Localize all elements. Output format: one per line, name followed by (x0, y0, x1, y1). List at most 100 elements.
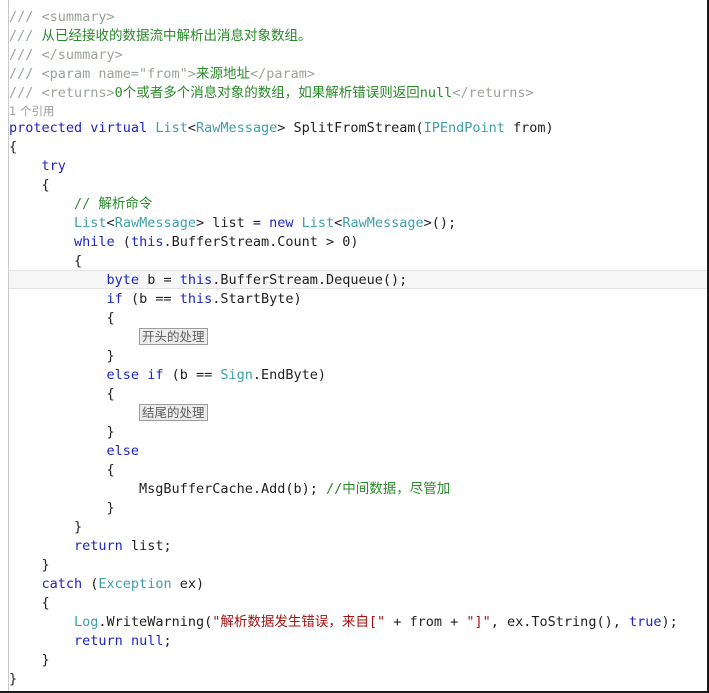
token-xmltag: <summary> (41, 9, 115, 25)
editor-gutter[interactable] (0, 0, 9, 691)
code-line-dequeue-byte[interactable]: byte b = this.BufferStream.Dequeue(); (9, 271, 707, 290)
code-line-doc-summary-open[interactable]: /// <summary> (9, 8, 707, 27)
code-line-method-close-brace[interactable]: } (9, 670, 707, 689)
code-line-doc-summary-text[interactable]: /// 从已经接收的数据流中解析出消息对象数组。 (9, 27, 707, 46)
token-type: List (155, 120, 188, 136)
token-type: RawMessage (196, 120, 278, 136)
code-line-declare-list[interactable]: List<RawMessage> list = new List<RawMess… (9, 214, 707, 233)
code-line-doc-returns[interactable]: /// <returns>0个或者多个消息对象的数组，如果解析错误则返回null… (9, 84, 707, 103)
code-line-elseif-open-brace[interactable]: { (9, 385, 707, 404)
code-line-try-close-brace[interactable]: } (9, 556, 707, 575)
code-line-doc-summary-close[interactable]: /// </summary> (9, 46, 707, 65)
token-plain: { (41, 177, 50, 193)
code-line-else-keyword[interactable]: else (9, 442, 707, 461)
token-str: "解析数据发生错误，来自[" (212, 614, 386, 630)
code-text-surface[interactable]: /// <summary>/// 从已经接收的数据流中解析出消息对象数组。///… (9, 0, 707, 691)
token-type: Log (74, 614, 99, 630)
token-plain: > SplitFromStream( (277, 120, 424, 136)
code-editor-window[interactable]: /// <summary>/// 从已经接收的数据流中解析出消息对象数组。///… (0, 0, 709, 693)
code-line-catch-clause[interactable]: catch (Exception ex) (9, 575, 707, 594)
token-plain: { (41, 595, 50, 611)
token-xmltag: </summary> (41, 47, 123, 63)
token-plain: } (41, 557, 50, 573)
token-plain: { (106, 310, 115, 326)
code-line-elseif-close-brace[interactable]: } (9, 423, 707, 442)
code-line-while-open-brace[interactable]: { (9, 252, 707, 271)
code-line-doc-param-from[interactable]: /// <param name="from">来源地址</param> (9, 65, 707, 84)
codelens-reference-link[interactable]: 1 个引用 (9, 103, 707, 119)
token-cmt: 从已经接收的数据流中解析出消息对象数组。 (41, 28, 312, 44)
token-cmt-slash: /// (9, 47, 42, 63)
code-line-else-open-brace[interactable]: { (9, 461, 707, 480)
code-line-else-close-brace[interactable]: } (9, 499, 707, 518)
token-xmltag: <param name="from"> (41, 66, 196, 82)
token-plain: from) (504, 120, 554, 136)
token-type: Exception (98, 576, 172, 592)
code-line-comment-parse-command[interactable]: // 解析命令 (9, 195, 707, 214)
token-plain: { (74, 253, 83, 269)
token-type: RawMessage (114, 215, 196, 231)
code-line-catch-close-brace[interactable]: } (9, 651, 707, 670)
code-line-if-startbyte[interactable]: if (b == this.StartByte) (9, 290, 707, 309)
code-line-placeholder-end[interactable]: 结尾的处理 (9, 404, 707, 423)
token-plain: .BufferStream.Count > 0) (163, 234, 359, 250)
token-str: "]" (466, 614, 491, 630)
token-type: IPEndPoint (423, 120, 505, 136)
code-line-try-open-brace[interactable]: { (9, 176, 707, 195)
token-kw: virtual (90, 120, 148, 136)
token-plain: , ex.ToString(), (490, 614, 629, 630)
token-plain: b = (139, 272, 180, 288)
code-line-msgbuffercache-add[interactable]: MsgBufferCache.Add(b); //中间数据，尽管加 (9, 480, 707, 499)
code-line-method-signature[interactable]: protected virtual List<RawMessage> Split… (9, 119, 707, 138)
code-line-return-null[interactable]: return null; (9, 632, 707, 651)
token-kw: this (130, 234, 164, 250)
code-line-return-list[interactable]: return list; (9, 537, 707, 556)
code-line-while-loop[interactable]: while (this.BufferStream.Count > 0) (9, 233, 707, 252)
placeholder-box[interactable]: 开头的处理 (139, 328, 208, 345)
token-kw: this (179, 272, 213, 288)
token-plain: ex) (171, 576, 205, 592)
token-kw: else (106, 367, 140, 383)
token-cmt: 0个或者多个消息对象的数组，如果解析错误则返回null (114, 85, 453, 101)
token-type: List (301, 215, 335, 231)
code-line-if-close-brace[interactable]: } (9, 347, 707, 366)
token-plain: ( (114, 234, 131, 250)
code-line-method-open-brace[interactable]: { (9, 138, 707, 157)
token-cmt: //中间数据，尽管加 (325, 481, 451, 497)
token-kw: null (130, 633, 164, 649)
token-kw: else (106, 443, 140, 459)
code-line-placeholder-start[interactable]: 开头的处理 (9, 328, 707, 347)
token-cmt-slash: /// (9, 85, 42, 101)
token-plain: { (106, 386, 115, 402)
placeholder-box[interactable]: 结尾的处理 (139, 404, 208, 421)
token-plain: { (9, 139, 18, 155)
code-line-catch-open-brace[interactable]: { (9, 594, 707, 613)
code-line-list: /// <summary>/// 从已经接收的数据流中解析出消息对象数组。///… (9, 0, 707, 689)
code-line-while-close-brace[interactable]: } (9, 518, 707, 537)
code-line-try-keyword[interactable]: try (9, 157, 707, 176)
token-plain: } (106, 424, 115, 440)
code-line-if-open-brace[interactable]: { (9, 309, 707, 328)
token-kw: new (269, 215, 294, 231)
code-line-elseif-endbyte[interactable]: else if (b == Sign.EndByte) (9, 366, 707, 385)
token-kw: try (41, 158, 66, 174)
token-kw: true (628, 614, 662, 630)
code-line-log-writewarning[interactable]: Log.WriteWarning("解析数据发生错误，来自[" + from +… (9, 613, 707, 632)
